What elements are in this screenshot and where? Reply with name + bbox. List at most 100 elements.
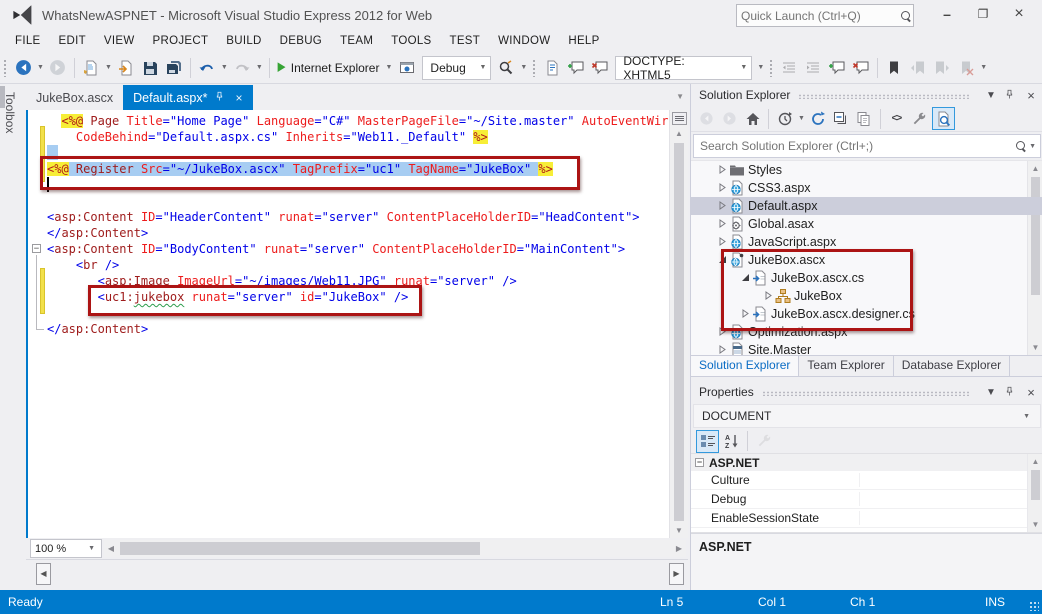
scroll-left-button[interactable]: ◀ <box>104 540 118 557</box>
tree-item-global-asax[interactable]: Global.asax <box>691 215 1042 233</box>
properties-object-dropdown[interactable]: DOCUMENT ▼ <box>693 404 1041 428</box>
collapse-all-button[interactable] <box>831 108 852 129</box>
code-line-6[interactable] <box>28 193 672 209</box>
doc-outline-button[interactable] <box>540 56 564 80</box>
tree-collapsed-icon[interactable] <box>717 199 728 213</box>
code-line-7[interactable]: <asp:Content ID="HeaderContent" runat="s… <box>28 209 672 225</box>
menu-build[interactable]: BUILD <box>217 32 270 50</box>
categorized-button[interactable] <box>696 430 719 453</box>
code-line-14[interactable]: </asp:Content> <box>28 321 672 337</box>
menu-help[interactable]: HELP <box>559 32 608 50</box>
toolbox-tab[interactable]: Toolbox <box>3 92 17 133</box>
sync-button[interactable] <box>774 108 795 129</box>
code-line-10[interactable]: <br /> <box>28 257 672 273</box>
chevron-down-icon[interactable]: ▼ <box>254 64 265 71</box>
pin-icon[interactable] <box>215 91 227 104</box>
chevron-down-icon[interactable]: ▼ <box>219 64 230 71</box>
maximize-button[interactable]: ❐ <box>968 2 998 26</box>
add-item-button[interactable] <box>114 56 138 80</box>
menu-window[interactable]: WINDOW <box>489 32 559 50</box>
debug-config-dropdown[interactable]: Debug ▼ <box>422 56 491 80</box>
properties-header[interactable]: Properties ▼ × <box>691 381 1042 403</box>
close-icon[interactable]: × <box>1023 384 1039 400</box>
menu-edit[interactable]: EDIT <box>50 32 95 50</box>
code-line-9[interactable]: <asp:Content ID="BodyContent" runat="ser… <box>28 241 672 257</box>
scroll-up-button[interactable]: ▲ <box>670 126 688 141</box>
solution-search-box[interactable]: ▼ <box>693 134 1041 158</box>
toolbar-grip[interactable] <box>532 59 537 77</box>
tagnav-left-icon[interactable]: ◀ <box>36 563 51 585</box>
scroll-down-button[interactable]: ▼ <box>670 523 688 538</box>
tree-collapsed-icon[interactable] <box>717 343 728 355</box>
chevron-down-icon[interactable]: ▼ <box>978 64 989 71</box>
pin-icon[interactable] <box>1003 384 1019 400</box>
close-icon[interactable]: × <box>235 93 242 103</box>
bottom-tab-team-explorer[interactable]: Team Explorer <box>799 356 893 376</box>
property-row-debug[interactable]: Debug <box>691 490 1042 509</box>
bottom-tab-database-explorer[interactable]: Database Explorer <box>894 356 1010 376</box>
bookmark-button[interactable] <box>882 56 906 80</box>
wrench-button[interactable] <box>909 108 930 129</box>
chevron-down-icon[interactable]: ▼ <box>755 64 766 71</box>
menu-team[interactable]: TEAM <box>331 32 382 50</box>
tree-collapsed-icon[interactable] <box>717 181 728 195</box>
tagnav-right-icon[interactable]: ▶ <box>669 563 684 585</box>
outline-collapse-icon[interactable]: − <box>32 244 41 253</box>
scroll-up-button[interactable]: ▲ <box>1028 454 1042 469</box>
code-editor[interactable]: <%@ Page Title="Home Page" Language="C#"… <box>26 110 688 538</box>
comment-add-button[interactable] <box>825 56 849 80</box>
find-button[interactable] <box>494 56 518 80</box>
chevron-down-icon[interactable]: ▼ <box>796 115 807 122</box>
scroll-down-button[interactable]: ▼ <box>1028 517 1042 532</box>
alpha-sort-button[interactable]: AZ <box>721 431 742 452</box>
menu-view[interactable]: VIEW <box>95 32 144 50</box>
property-row-culture[interactable]: Culture <box>691 471 1042 490</box>
comment-remove-button[interactable] <box>849 56 873 80</box>
close-button[interactable]: × <box>1004 2 1034 26</box>
properties-scrollbar[interactable]: ▲ ▼ <box>1027 454 1042 532</box>
tree-collapsed-icon[interactable] <box>717 217 728 231</box>
home-button[interactable] <box>742 108 763 129</box>
split-handle-icon[interactable] <box>672 112 687 125</box>
scrollbar-thumb[interactable] <box>674 143 684 521</box>
new-file-button[interactable] <box>79 56 103 80</box>
solution-explorer-header[interactable]: Solution Explorer ▼ × <box>691 84 1042 106</box>
tab-jukebox-ascx[interactable]: JukeBox.ascx <box>26 85 123 110</box>
chevron-down-icon[interactable]: ▼ <box>103 64 114 71</box>
copy-pages-button[interactable] <box>854 108 875 129</box>
preview-button[interactable] <box>932 107 955 130</box>
scrollbar-thumb[interactable] <box>1031 470 1040 500</box>
scroll-right-button[interactable]: ▶ <box>672 540 686 557</box>
menu-test[interactable]: TEST <box>441 32 490 50</box>
zoom-level-dropdown[interactable]: 100 % ▼ <box>30 539 102 558</box>
save-button[interactable] <box>138 56 162 80</box>
collapse-icon[interactable]: − <box>695 458 704 467</box>
comment-add-button[interactable] <box>564 56 588 80</box>
chevron-down-icon[interactable]: ▼ <box>518 64 529 71</box>
tree-collapsed-icon[interactable] <box>717 235 728 249</box>
property-category[interactable]: − ASP.NET <box>691 454 1042 471</box>
undo-button[interactable] <box>195 56 219 80</box>
pin-icon[interactable] <box>1003 87 1019 103</box>
close-icon[interactable]: × <box>1023 87 1039 103</box>
menu-project[interactable]: PROJECT <box>144 32 218 50</box>
comment-remove-button[interactable] <box>588 56 612 80</box>
window-position-icon[interactable]: ▼ <box>983 384 999 400</box>
view-code-button[interactable]: <> <box>886 108 907 129</box>
start-debug-button[interactable]: Internet Explorer ▼ <box>274 56 396 80</box>
tree-item-css3-aspx[interactable]: CSS3.aspx <box>691 179 1042 197</box>
menu-debug[interactable]: DEBUG <box>271 32 331 50</box>
property-row-enablesessionstate[interactable]: EnableSessionState <box>691 509 1042 528</box>
quick-launch-input[interactable] <box>737 9 900 23</box>
quick-launch-box[interactable] <box>736 4 914 27</box>
solution-search-input[interactable] <box>694 139 1015 153</box>
refresh-button[interactable] <box>808 108 829 129</box>
resize-grip[interactable] <box>1029 601 1039 611</box>
save-all-button[interactable] <box>162 56 186 80</box>
code-line-2[interactable]: CodeBehind="Default.aspx.cs" Inherits="W… <box>28 129 672 145</box>
window-position-icon[interactable]: ▼ <box>983 87 999 103</box>
code-line-1[interactable]: <%@ Page Title="Home Page" Language="C#"… <box>28 113 672 129</box>
scrollbar-thumb[interactable] <box>120 542 480 555</box>
toolbar-grip[interactable] <box>769 59 774 77</box>
doctype-dropdown[interactable]: DOCTYPE: XHTML5 ▼ <box>615 56 752 80</box>
